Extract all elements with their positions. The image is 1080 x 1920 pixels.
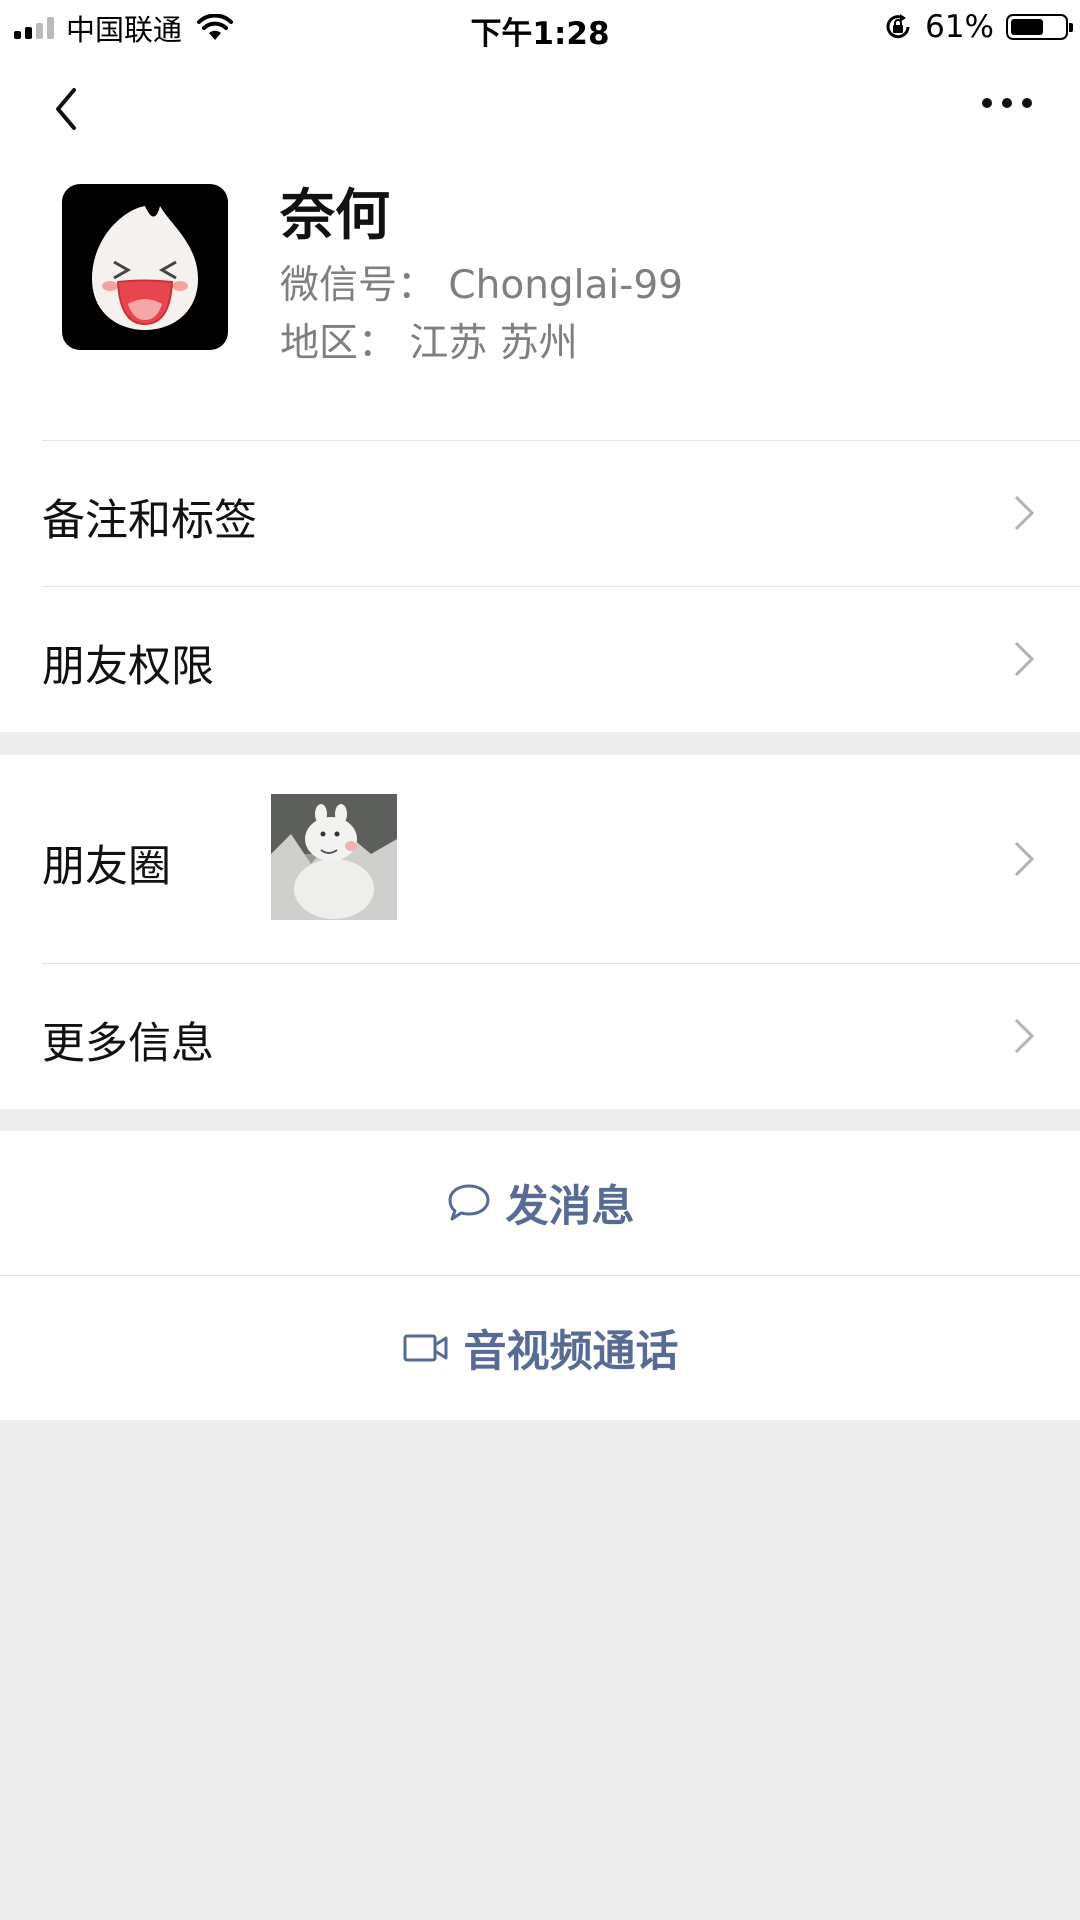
send-message-button[interactable]: 发消息 xyxy=(0,1131,1080,1275)
chat-bubble-icon xyxy=(448,1184,489,1221)
status-bar: 中国联通 下午1:28 61% xyxy=(0,0,1080,54)
battery-percent: 61% xyxy=(925,9,994,45)
profile-header: 奈何 微信号： Chonglai-99 地区： 江苏 苏州 xyxy=(0,164,1080,440)
send-message-label: 发消息 xyxy=(505,1182,635,1232)
back-icon[interactable] xyxy=(44,84,94,134)
divider xyxy=(42,963,1080,964)
moments-label: 朋友圈 xyxy=(42,842,171,892)
laughing-face-icon xyxy=(92,206,198,330)
divider xyxy=(42,440,1080,441)
divider xyxy=(0,1275,1080,1276)
video-camera-icon xyxy=(403,1334,447,1361)
remark-tags-label: 备注和标签 xyxy=(42,496,257,546)
more-info-row[interactable]: 更多信息 xyxy=(0,963,1080,1109)
status-right: 61% xyxy=(883,8,1073,46)
friend-permissions-row[interactable]: 朋友权限 xyxy=(0,586,1080,732)
friend-permissions-label: 朋友权限 xyxy=(42,642,214,692)
chevron-right-icon xyxy=(1014,1018,1035,1054)
battery-fill xyxy=(1011,19,1043,35)
chevron-right-icon xyxy=(1014,495,1035,531)
chevron-right-icon xyxy=(1014,841,1035,877)
remark-tags-row[interactable]: 备注和标签 xyxy=(0,440,1080,586)
region: 地区： 江苏 苏州 xyxy=(280,321,578,366)
battery-icon xyxy=(1006,14,1073,40)
av-call-button[interactable]: 音视频通话 xyxy=(0,1275,1080,1420)
divider xyxy=(42,586,1080,587)
nav-bar xyxy=(0,54,1080,164)
avatar[interactable] xyxy=(62,184,228,350)
chevron-right-icon xyxy=(1014,641,1035,677)
contact-name: 奈何 xyxy=(280,183,391,247)
av-call-label: 音视频通话 xyxy=(463,1326,679,1377)
more-icon[interactable] xyxy=(982,98,1032,108)
orientation-lock-icon xyxy=(886,14,910,39)
moments-row[interactable]: 朋友圈 xyxy=(0,755,1080,963)
more-info-label: 更多信息 xyxy=(42,1019,214,1069)
moments-photo-thumbnail[interactable] xyxy=(271,794,397,920)
wechat-id: 微信号： Chonglai-99 xyxy=(280,263,683,308)
